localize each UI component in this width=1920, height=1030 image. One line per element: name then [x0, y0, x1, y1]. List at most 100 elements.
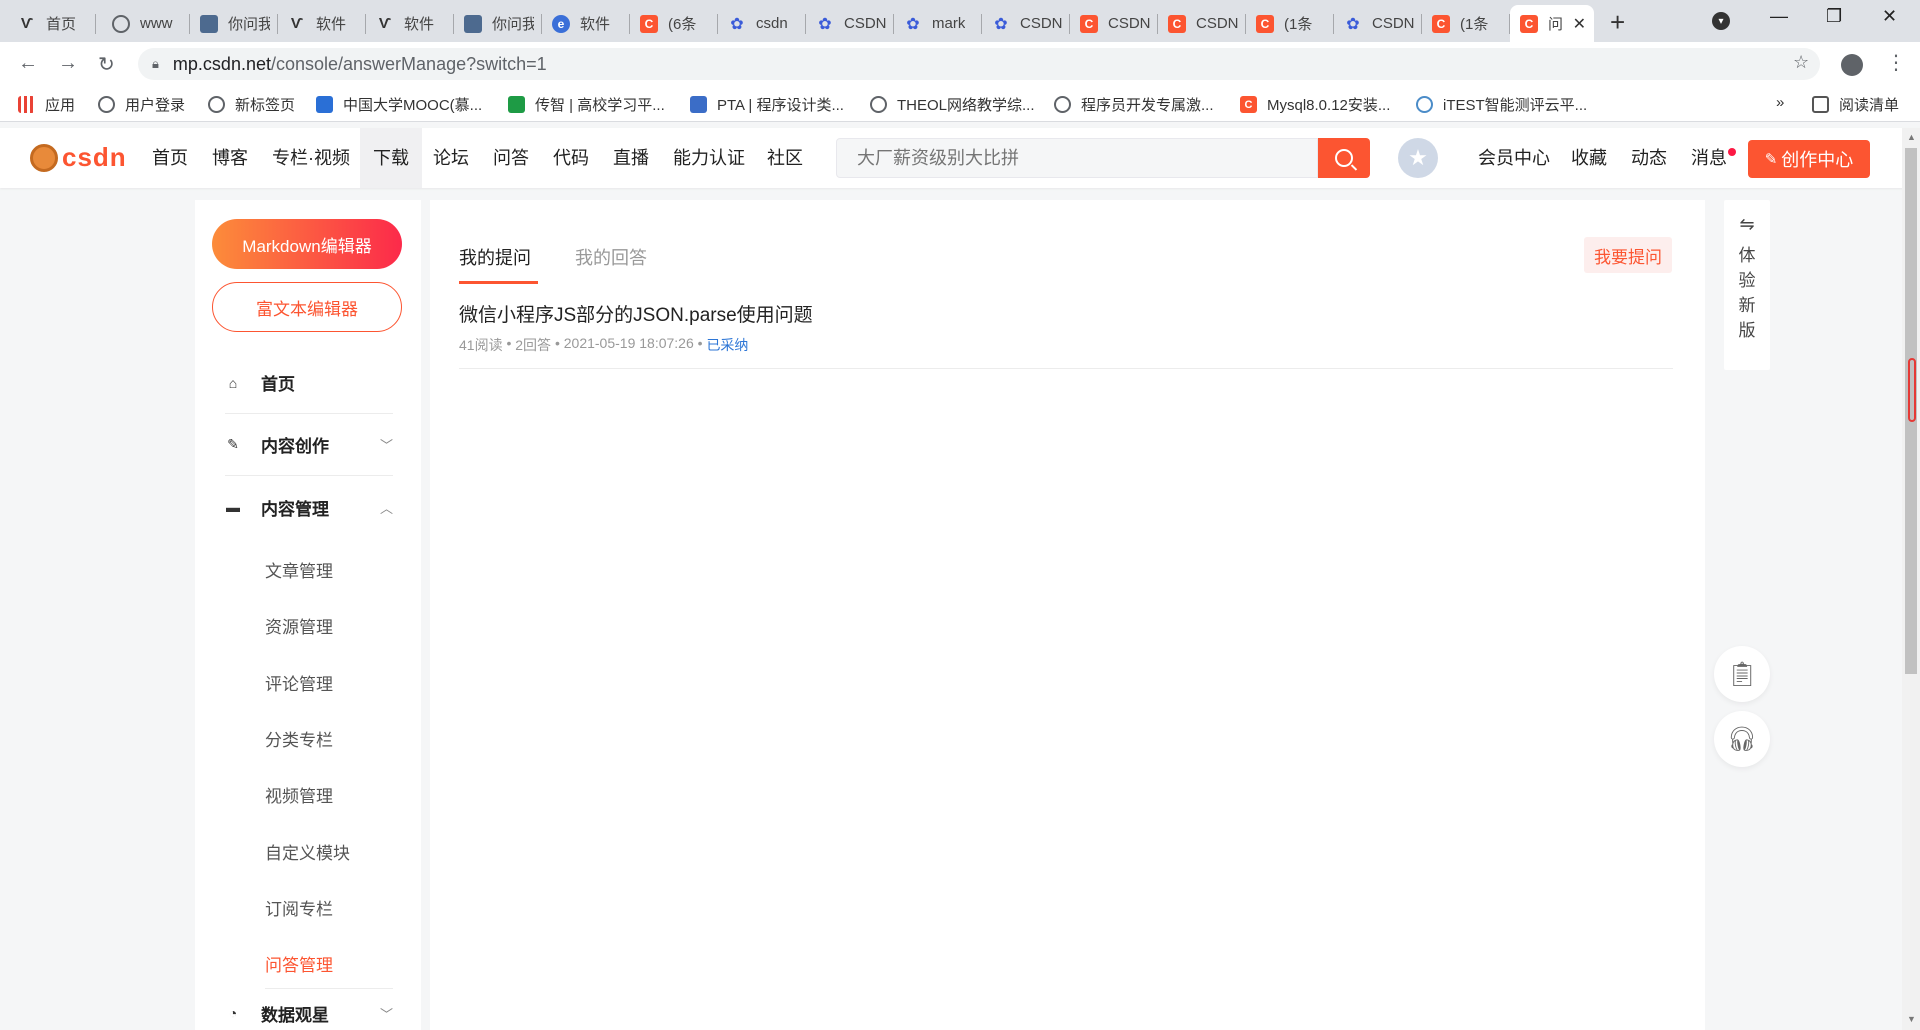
csdn-icon: C — [1432, 14, 1450, 33]
browser-tab[interactable]: ✿ mark — [894, 5, 982, 42]
create-center-button[interactable]: ✎ 创作中心 — [1748, 140, 1870, 178]
new-tab-button[interactable]: + — [1610, 7, 1625, 38]
browser-tab[interactable]: ✿ CSDN — [982, 5, 1070, 42]
close-window-icon[interactable]: ✕ — [1882, 6, 1897, 27]
logo-text: csdn — [62, 142, 127, 172]
bookmark-item[interactable]: 传智 | 高校学习平... — [508, 94, 665, 115]
tab-label: (6条 — [668, 16, 697, 33]
browser-tab[interactable]: 你问我 — [190, 5, 278, 42]
bookmark-item[interactable]: 应用 — [18, 94, 75, 115]
sidebar-item-home[interactable]: ⌂ 首页 — [225, 352, 393, 414]
browser-tab[interactable]: ✿ CSDN — [1334, 5, 1422, 42]
browser-tab[interactable]: Ѵ 软件 — [278, 5, 366, 42]
bookmark-item[interactable]: iTEST智能测评云平... — [1416, 94, 1587, 115]
sidebar-item-content-creation[interactable]: ✎ 内容创作 ﹀ — [225, 414, 393, 476]
nav-item[interactable]: 问答 — [493, 128, 529, 188]
address-bar[interactable]: 🔒︎ mp.csdn.net/console/answerManage?swit… — [138, 48, 1820, 80]
csdn-icon: C — [640, 14, 658, 33]
browser-tab[interactable]: ✿ CSDN — [806, 5, 894, 42]
profile-avatar-icon[interactable] — [1841, 54, 1863, 76]
tab-my-questions[interactable]: 我的提问 — [459, 244, 531, 270]
minimize-icon[interactable]: — — [1770, 6, 1788, 27]
tab-label: CSDN — [1372, 15, 1414, 32]
bookmark-label: 用户登录 — [125, 97, 186, 114]
nav-item[interactable]: 首页 — [152, 128, 188, 188]
headset-icon[interactable]: 🎧︎ — [1714, 711, 1770, 767]
tab-label: 你问我 — [228, 16, 270, 33]
browser-tab[interactable]: C (1条 — [1246, 5, 1334, 42]
browser-tab[interactable]: e 软件 — [542, 5, 630, 42]
browser-tab[interactable]: C (1条 — [1422, 5, 1510, 42]
nav-item[interactable]: 博客 — [212, 128, 248, 188]
clipboard-icon[interactable]: 📋︎ — [1714, 646, 1770, 702]
bookmark-item[interactable]: PTA | 程序设计类... — [690, 94, 844, 115]
nav-item[interactable]: 能力认证 — [673, 128, 745, 188]
browser-menu-icon[interactable]: ⋮ — [1886, 50, 1906, 75]
csdn-logo[interactable]: csdn — [30, 142, 127, 173]
browser-tab[interactable]: www — [102, 5, 190, 42]
bookmark-star-icon[interactable]: ☆ — [1793, 52, 1809, 73]
reading-list[interactable]: 阅读清单 — [1812, 94, 1899, 115]
nav-item[interactable]: 社区 — [767, 128, 803, 188]
close-tab-icon[interactable]: ✕ — [1567, 14, 1586, 34]
nav-item[interactable]: 下载 — [360, 128, 422, 188]
browser-tab-active[interactable]: C 问 ✕ — [1510, 5, 1594, 42]
browser-tab[interactable]: 你问我 — [454, 5, 542, 42]
sidebar-subitem[interactable]: 订阅专栏 — [265, 895, 333, 920]
sidebar-item-data-observe[interactable]: ◔ 数据观星 ﹀ — [225, 996, 393, 1030]
sidebar-subitem[interactable]: 文章管理 — [265, 557, 333, 582]
browser-tab[interactable]: C (6条 — [630, 5, 718, 42]
browser-tab[interactable]: Ѵ 首页 — [8, 5, 96, 42]
sidebar-divider — [265, 988, 393, 989]
question-title[interactable]: 微信小程序JS部分的JSON.parse使用问题 — [459, 300, 813, 327]
ask-question-button[interactable]: 我要提问 — [1584, 237, 1672, 273]
browser-tab[interactable]: C CSDN — [1158, 5, 1246, 42]
browser-tab[interactable]: C CSDN — [1070, 5, 1158, 42]
site-search-input[interactable] — [836, 138, 1318, 178]
bookmark-item[interactable]: 用户登录 — [98, 94, 185, 115]
reload-icon[interactable]: ↻ — [98, 52, 115, 77]
vip-center-link[interactable]: 会员中心 — [1478, 128, 1550, 188]
tab-my-answers[interactable]: 我的回答 — [575, 244, 647, 270]
user-avatar[interactable]: ★ — [1398, 138, 1438, 178]
browser-tab[interactable]: Ѵ 软件 — [366, 5, 454, 42]
site-search-button[interactable] — [1318, 138, 1370, 178]
tab-label: www — [140, 15, 173, 32]
browser-tab[interactable]: ✿ csdn — [718, 5, 806, 42]
favorites-link[interactable]: 收藏 — [1571, 128, 1607, 188]
richtext-editor-button[interactable]: 富文本编辑器 — [212, 282, 402, 332]
csdn-icon: C — [1256, 14, 1274, 33]
folder-icon: ▬ — [226, 499, 240, 515]
forward-icon[interactable]: → — [58, 52, 78, 75]
paw-icon: Ѵ — [20, 15, 34, 32]
restore-icon[interactable]: ❐ — [1826, 6, 1842, 27]
bookmark-item[interactable]: THEOL网络教学综... — [870, 94, 1035, 115]
nav-item[interactable]: 论坛 — [433, 128, 469, 188]
back-icon[interactable]: ← — [18, 52, 38, 75]
try-new-version-panel[interactable]: ⇋ 体 验 新 版 — [1724, 200, 1770, 370]
bookmark-item[interactable]: 新标签页 — [208, 94, 295, 115]
bookmark-item[interactable]: C Mysql8.0.12安装... — [1240, 94, 1390, 115]
sidebar-subitem[interactable]: 评论管理 — [265, 670, 333, 695]
dynamic-link[interactable]: 动态 — [1631, 128, 1667, 188]
sidebar-item-content-manage[interactable]: ▬ 内容管理 ︿ — [225, 476, 393, 538]
nav-item[interactable]: 代码 — [553, 128, 589, 188]
bookmark-item[interactable]: 程序员开发专属激... — [1054, 94, 1214, 115]
page-scrollbar[interactable]: ▲ ▼ — [1902, 128, 1920, 1030]
sidebar-subitem[interactable]: 资源管理 — [265, 613, 333, 638]
sidebar-subitem[interactable]: 自定义模块 — [265, 839, 350, 864]
messages-link[interactable]: 消息 — [1691, 128, 1727, 188]
sidebar-subitem[interactable]: 分类专栏 — [265, 726, 333, 751]
sidebar-subitem[interactable]: 视频管理 — [265, 782, 333, 807]
scroll-down-icon[interactable]: ▼ — [1907, 1014, 1916, 1024]
message-badge-dot — [1728, 148, 1736, 156]
bookmarks-overflow[interactable]: » — [1776, 94, 1784, 111]
nav-item[interactable]: 直播 — [613, 128, 649, 188]
nav-item[interactable]: 专栏·视频 — [272, 128, 350, 188]
scroll-up-icon[interactable]: ▲ — [1907, 132, 1916, 142]
markdown-editor-button[interactable]: Markdown编辑器 — [212, 219, 402, 269]
bookmark-item[interactable]: 中国大学MOOC(慕... — [316, 94, 482, 115]
tab-search-icon[interactable]: ▾ — [1712, 12, 1730, 30]
bookmark-label: 传智 | 高校学习平... — [535, 97, 665, 114]
sidebar-subitem[interactable]: 问答管理 — [265, 951, 333, 976]
